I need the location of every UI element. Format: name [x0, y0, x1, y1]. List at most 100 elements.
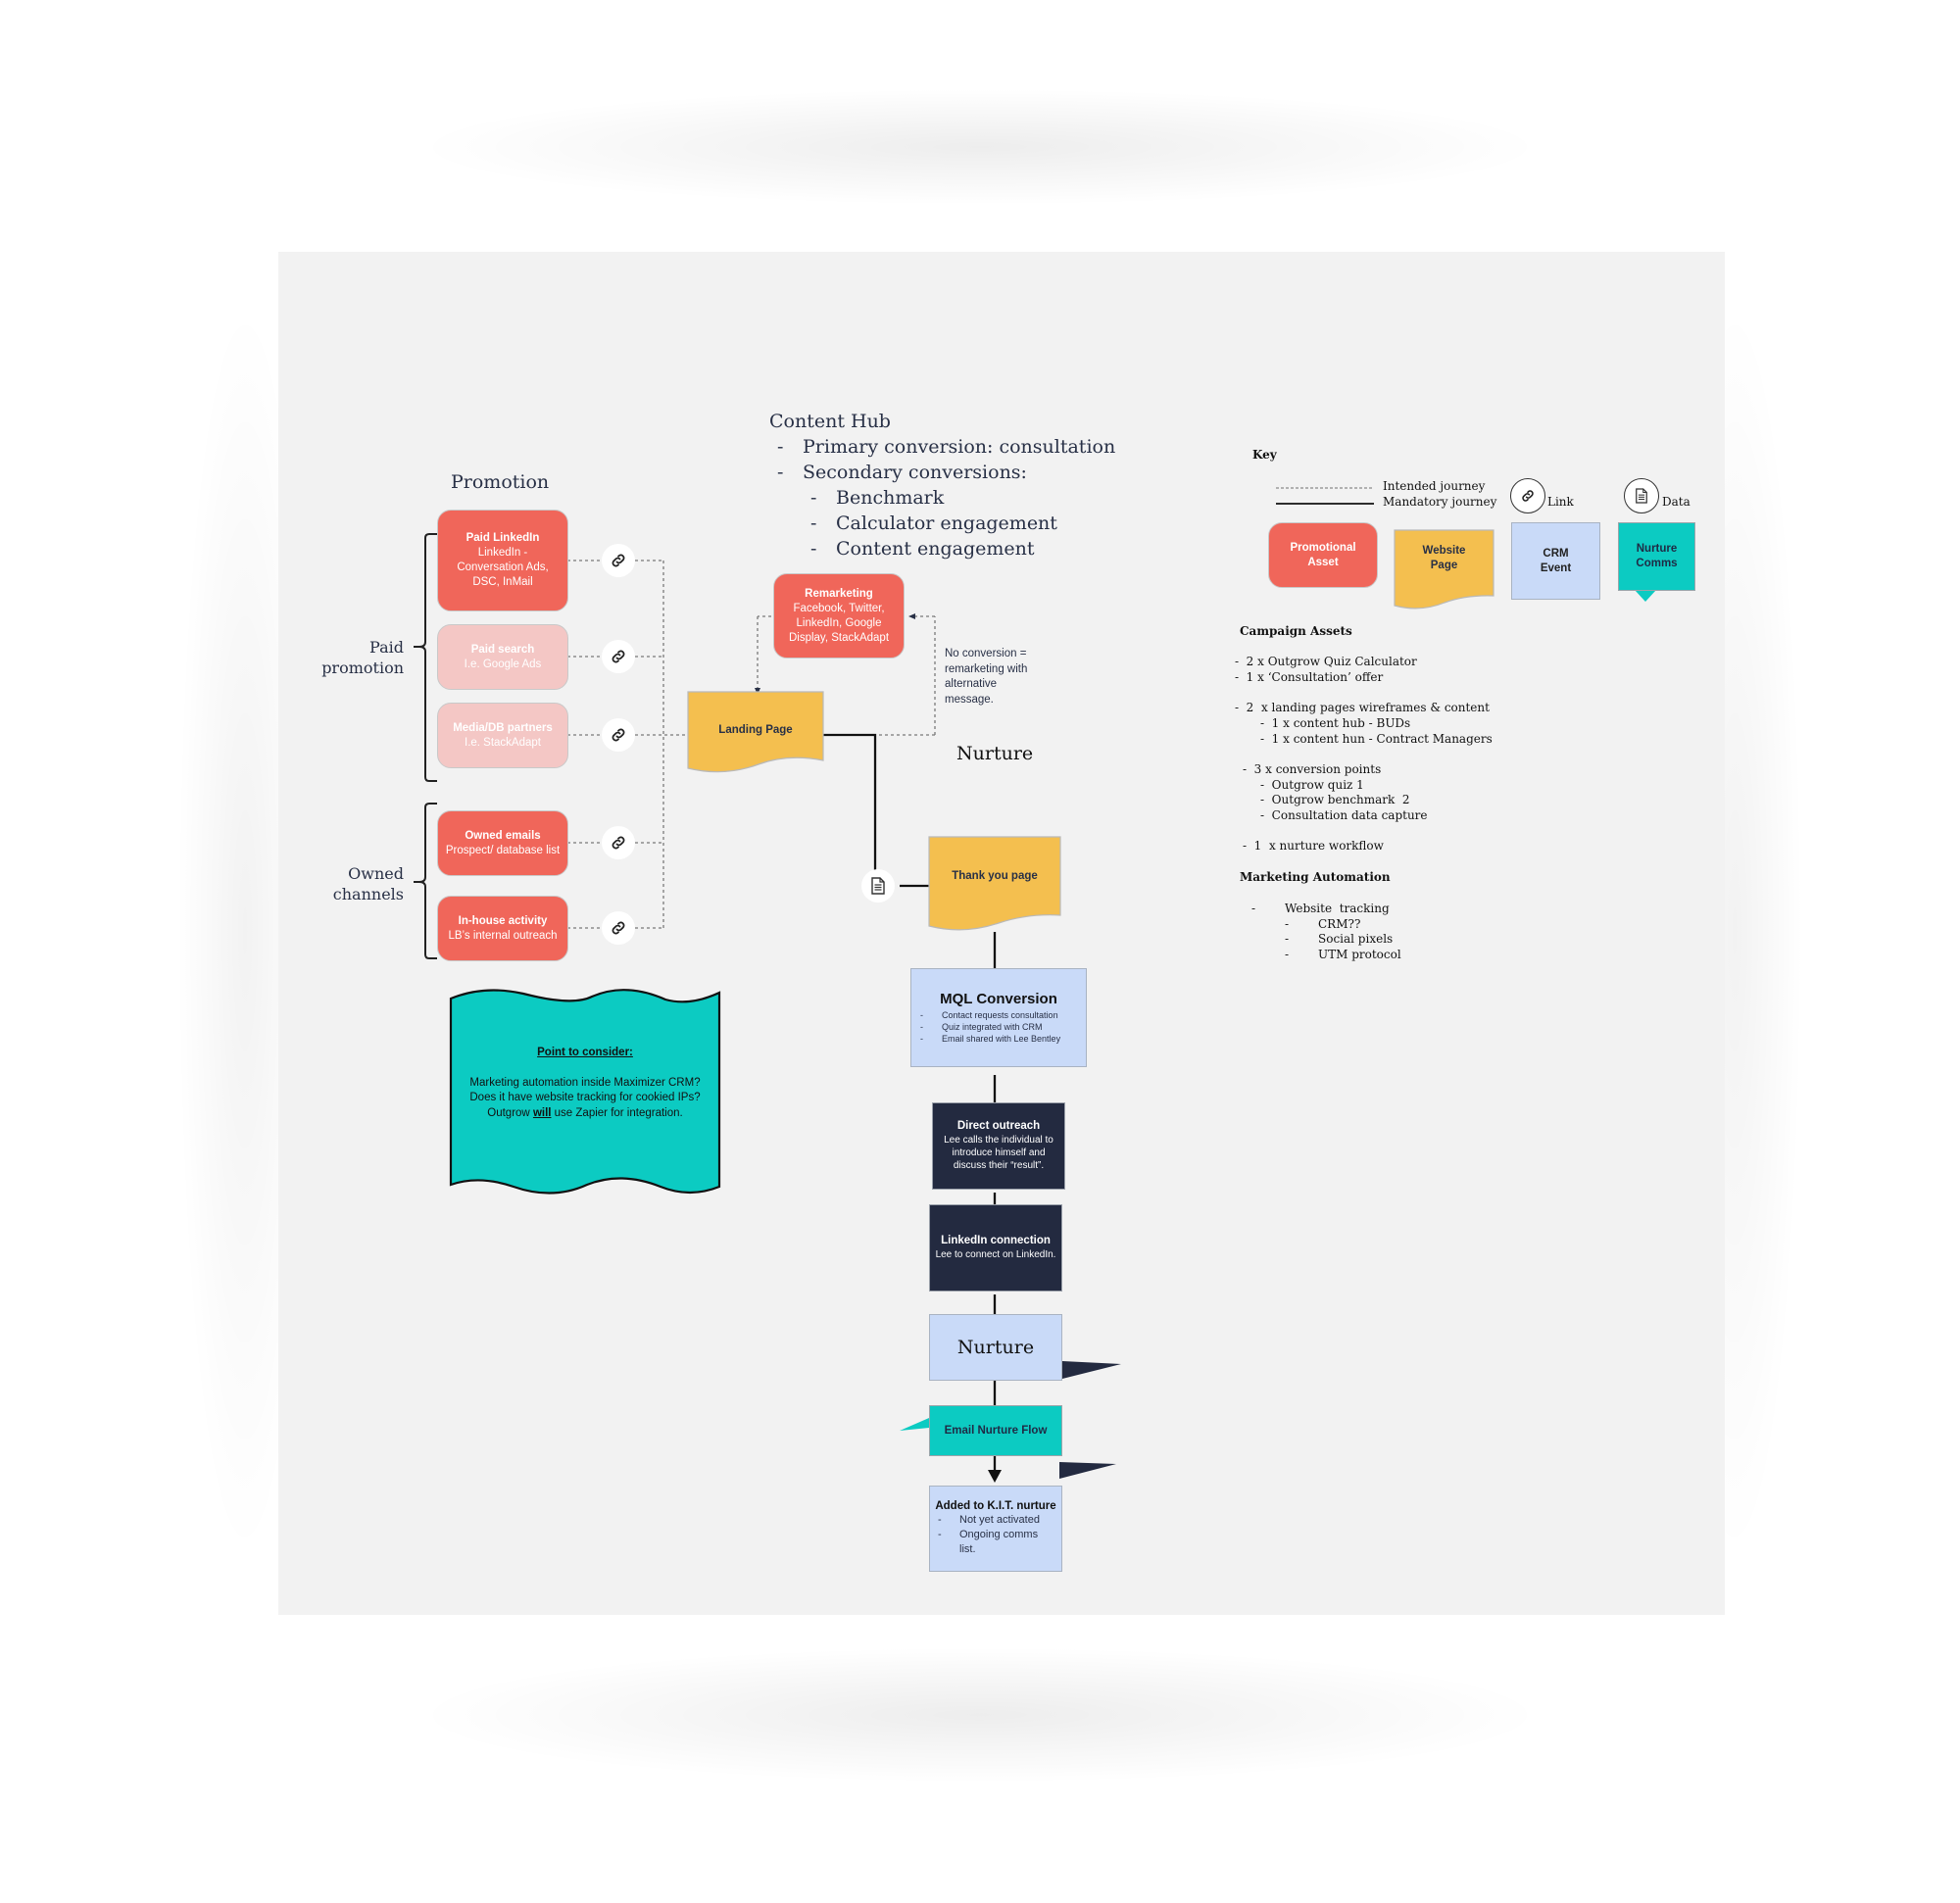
- document-icon: [1636, 488, 1647, 504]
- asset-line: Conversation Ads,: [457, 561, 549, 573]
- content-hub-item: - Content engagement: [769, 536, 1115, 561]
- promo-asset-in-house-activity[interactable]: In-house activity LB’s internal outreach: [437, 896, 568, 961]
- asset-line: I.e. StackAdapt: [465, 736, 541, 749]
- bullet-dash: -: [1285, 948, 1290, 962]
- mql-conversion-event[interactable]: MQL Conversion - Contact requests consult…: [910, 968, 1087, 1067]
- asset-title: Media/DB partners: [453, 721, 553, 734]
- content-hub-item: - Benchmark: [769, 485, 1115, 511]
- group-label-owned-channels: Owned channels: [318, 863, 404, 904]
- link-icon: [612, 728, 625, 742]
- group-label-line: promotion: [321, 659, 404, 677]
- annotation-line: message.: [945, 693, 994, 706]
- direct-outreach-event[interactable]: Direct outreach Lee calls the individual…: [932, 1102, 1065, 1190]
- campaign-asset-line: [1235, 824, 1493, 840]
- group-label-paid-promotion: Paid promotion: [318, 637, 404, 678]
- data-node[interactable]: [861, 869, 895, 903]
- mql-title: MQL Conversion: [940, 991, 1057, 1007]
- mql-item: - Quiz integrated with CRM: [920, 1022, 1043, 1032]
- document-icon: [871, 877, 885, 895]
- asset-title: Owned emails: [465, 829, 541, 842]
- kit-nurture-event[interactable]: Added to K.I.T. nurture - Not yet activat…: [929, 1486, 1062, 1572]
- content-hub-block: Content Hub - Primary conversion: consult…: [769, 409, 1115, 561]
- kit-item-text: Not yet activated: [959, 1514, 1040, 1526]
- annotation-line: remarketing with: [945, 662, 1028, 675]
- key-shape-line: Promotional: [1290, 541, 1356, 554]
- note-line: Outgrow will use Zapier for integration.: [451, 1106, 719, 1122]
- remarketing-asset[interactable]: Remarketing Facebook, Twitter, LinkedIn,…: [773, 573, 905, 659]
- event-line: Lee to connect on LinkedIn.: [935, 1249, 1056, 1260]
- bullet-dash: -: [810, 487, 817, 509]
- campaign-asset-line: [1235, 685, 1493, 701]
- link-node[interactable]: [602, 911, 635, 945]
- key-data-label: Data: [1662, 495, 1690, 509]
- note-text: use Zapier for integration.: [551, 1106, 683, 1119]
- marketing-automation-title: Marketing Automation: [1240, 870, 1391, 884]
- key-data-node: [1624, 478, 1659, 513]
- bracket-paid-promotion: [414, 533, 437, 782]
- promo-asset-owned-emails[interactable]: Owned emails Prospect/ database list: [437, 810, 568, 876]
- marketing-automation-item: - UTM protocol: [1251, 948, 1401, 963]
- promo-asset-paid-linkedin[interactable]: Paid LinkedIn LinkedIn - Conversation Ad…: [437, 510, 568, 611]
- no-conversion-annotation: No conversion = remarketing with alterna…: [945, 647, 1027, 708]
- page-shadow-top: [412, 88, 1548, 206]
- mql-item-text: Contact requests consultation: [942, 1010, 1058, 1020]
- nurture-heading: Nurture: [956, 743, 1034, 764]
- promo-asset-media-db-partners[interactable]: Media/DB partners I.e. StackAdapt: [437, 703, 568, 768]
- campaign-asset-line: - Outgrow benchmark 2: [1260, 793, 1410, 807]
- note-line: Marketing automation inside Maximizer CR…: [469, 1076, 701, 1089]
- content-hub-item-text: Secondary conversions:: [803, 462, 1027, 483]
- link-node[interactable]: [602, 640, 635, 673]
- key-shape-line: Page: [1430, 560, 1458, 571]
- event-line: Lee calls the individual to: [944, 1135, 1054, 1146]
- landing-page-label[interactable]: Landing Page: [688, 724, 823, 736]
- link-icon: [612, 921, 625, 935]
- key-website-page-label: Website Page: [1395, 544, 1494, 573]
- key-mandatory-label: Mandatory journey: [1383, 495, 1497, 509]
- content-hub-item-text: Content engagement: [836, 538, 1035, 560]
- campaign-asset-line: - 1 x content hub - BUDs: [1260, 715, 1411, 730]
- marketing-automation-item: - Social pixels: [1251, 932, 1401, 948]
- asset-title: Paid search: [470, 643, 535, 656]
- arrowhead-into-kit: [988, 1470, 1002, 1483]
- link-node[interactable]: [602, 826, 635, 859]
- key-shape-line: Comms: [1636, 558, 1678, 569]
- group-label-line: Paid: [369, 638, 404, 657]
- promo-asset-paid-search[interactable]: Paid search I.e. Google Ads: [437, 624, 568, 690]
- mql-item: - Contact requests consultation: [920, 1010, 1058, 1020]
- link-node[interactable]: [602, 544, 635, 577]
- email-nurture-label: Email Nurture Flow: [944, 1425, 1048, 1437]
- campaign-asset-line: - 1 x ‘Consultation’ offer: [1235, 669, 1384, 684]
- note-emphasis: will: [532, 1106, 552, 1119]
- nurture-label: Nurture: [956, 1337, 1035, 1358]
- diagram-canvas: Promotion Paid promotion Owned channels …: [278, 252, 1725, 1615]
- bullet-dash: -: [810, 538, 817, 560]
- key-link-label: Link: [1547, 495, 1574, 509]
- email-nurture-flow[interactable]: Email Nurture Flow: [929, 1405, 1062, 1456]
- content-hub-title: Content Hub: [769, 411, 891, 432]
- key-crm-event: CRM Event: [1511, 522, 1600, 600]
- bullet-dash: -: [1285, 916, 1290, 931]
- key-shape-line: Website: [1422, 545, 1466, 557]
- asset-line: Display, StackAdapt: [788, 631, 890, 644]
- thank-you-page-label[interactable]: Thank you page: [929, 870, 1060, 882]
- bracket-owned-channels: [414, 803, 437, 959]
- nurture-event[interactable]: Nurture: [929, 1314, 1062, 1381]
- asset-line: Facebook, Twitter,: [793, 602, 885, 614]
- kit-item: - Ongoing comms list.: [938, 1528, 1054, 1557]
- content-hub-item: - Secondary conversions:: [769, 460, 1115, 485]
- direct-outreach-tail: [1062, 1361, 1121, 1379]
- page-shadow-bottom: [412, 1646, 1548, 1783]
- asset-line: LinkedIn -: [477, 547, 528, 559]
- campaign-asset-line: - 2 x Outgrow Quiz Calculator: [1235, 655, 1417, 668]
- bullet-dash: -: [777, 436, 784, 458]
- link-icon: [612, 836, 625, 850]
- linkedin-connection-event[interactable]: LinkedIn connection Lee to connect on Li…: [929, 1204, 1062, 1292]
- linkedin-connection-tail: [1059, 1462, 1116, 1479]
- marketing-automation-item: - Website tracking: [1251, 902, 1401, 917]
- mql-item-text: Email shared with Lee Bentley: [942, 1034, 1061, 1044]
- link-node[interactable]: [602, 718, 635, 752]
- key-nurture-comms-tail: [1635, 590, 1656, 602]
- note-title: Point to consider:: [537, 1047, 633, 1058]
- kit-list: - Not yet activated - Ongoing comms list.: [938, 1513, 1054, 1557]
- content-hub-item-text: Calculator engagement: [836, 512, 1057, 534]
